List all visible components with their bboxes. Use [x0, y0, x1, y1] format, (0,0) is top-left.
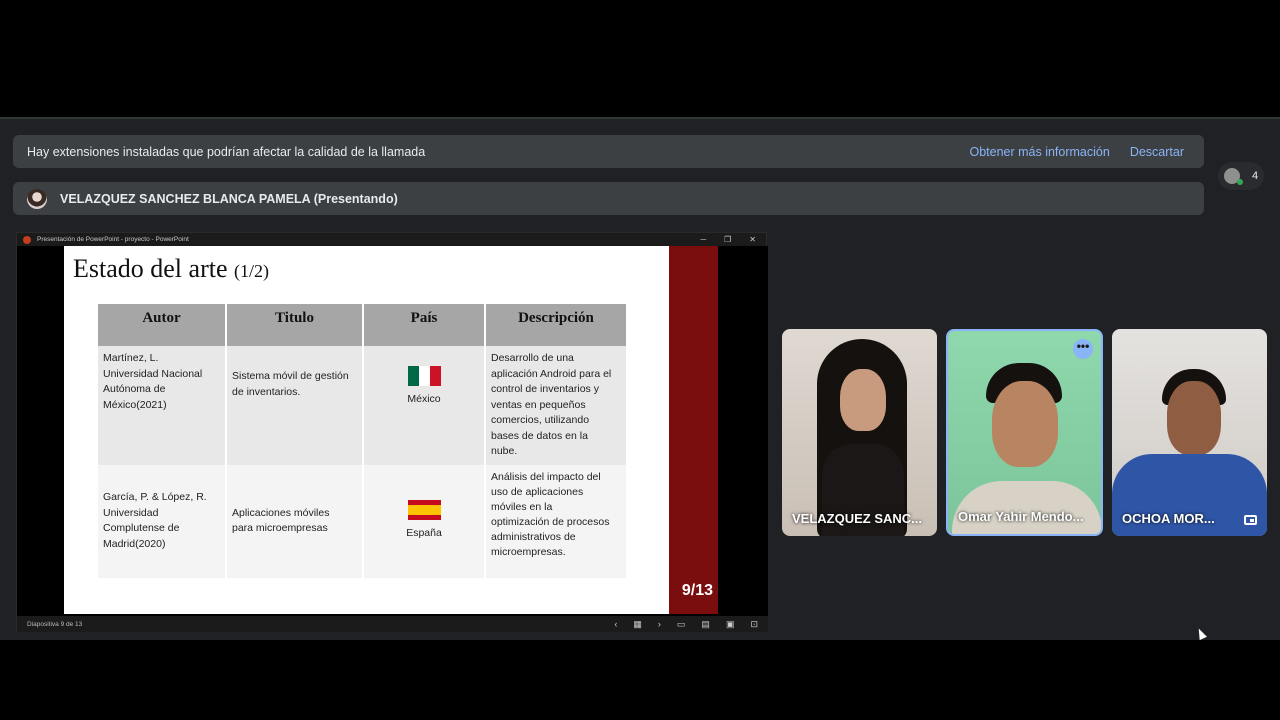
ppt-window-title: Presentación de PowerPoint - proyecto - … — [37, 236, 189, 243]
spain-flag-icon — [407, 500, 441, 521]
presenter-avatar — [27, 188, 47, 209]
shared-powerpoint-window[interactable]: Presentación de PowerPoint - proyecto - … — [16, 232, 768, 632]
participant-avatar-icon — [1224, 168, 1243, 185]
minimize-icon[interactable]: ─ — [700, 235, 706, 244]
dismiss-button[interactable]: Descartar — [1130, 145, 1184, 159]
table-row: Martínez, L. Universidad Nacional Autónoma… — [98, 346, 626, 465]
participant-face — [840, 369, 886, 431]
cell-autor: García, P. & López, R. Universidad Complut… — [98, 464, 227, 578]
slide-title-text: Estado del arte — [73, 254, 228, 283]
cell-titulo: Sistema móvil de gestión de inventarios. — [226, 346, 364, 465]
learn-more-link[interactable]: Obtener más información — [969, 145, 1109, 159]
participant-count: 4 — [1252, 170, 1259, 182]
mexico-flag-icon — [407, 366, 441, 386]
slide-counter: Diapositiva 9 de 13 — [27, 620, 83, 628]
slide-title: Estado del arte (1/2) — [73, 254, 269, 284]
slide-area: Estado del arte (1/2) Autor Titulo País … — [17, 246, 768, 616]
restore-icon[interactable]: ❐ — [724, 235, 731, 244]
participant-name: VELAZQUEZ SANC... — [792, 511, 923, 526]
powerpoint-logo-icon — [23, 235, 31, 244]
ppt-titlebar: Presentación de PowerPoint - proyecto - … — [17, 233, 766, 246]
reading-view-icon[interactable]: ▣ — [726, 619, 735, 630]
more-options-icon[interactable]: ••• — [1073, 339, 1093, 359]
meet-window: Hay extensiones instaladas que podrían a… — [0, 117, 1280, 640]
cell-pais: México — [363, 346, 486, 465]
participants-button[interactable]: 4 — [1218, 162, 1264, 190]
presenter-label: VELAZQUEZ SANCHEZ BLANCA PAMELA (Present… — [60, 191, 398, 206]
participant-face — [992, 381, 1058, 467]
sorter-view-icon[interactable]: ▤ — [701, 619, 710, 630]
state-of-art-table: Autor Titulo País Descripción Martínez, … — [98, 304, 626, 578]
table-row: García, P. & López, R. Universidad Complut… — [98, 464, 626, 578]
slideshow-icon[interactable]: ⊡ — [750, 619, 758, 630]
cell-descripcion: Análisis del impacto del uso de aplicacio… — [485, 464, 626, 578]
screen: Hay extensiones instaladas que podrían a… — [0, 0, 1280, 720]
header-autor: Autor — [98, 304, 227, 346]
slide-number: 9/13 — [681, 582, 713, 599]
cell-autor: Martínez, L. Universidad Nacional Autónoma… — [98, 346, 227, 465]
participant-name: Omar Yahir Mendo... — [958, 509, 1084, 524]
header-descripcion: Descripción — [485, 304, 626, 346]
presenter-banner: VELAZQUEZ SANCHEZ BLANCA PAMELA (Present… — [13, 182, 1204, 215]
header-pais: País — [363, 304, 486, 346]
cell-descripcion: Desarrollo de una aplicación Android para… — [485, 346, 626, 465]
participant-tile-ochoa[interactable]: OCHOA MOR... — [1112, 329, 1267, 536]
slide-title-sub: (1/2) — [234, 261, 269, 281]
normal-view-icon[interactable]: ▭ — [677, 619, 686, 630]
cell-pais: España — [363, 464, 486, 578]
cell-titulo: Aplicaciones móviles para microempresas — [226, 464, 364, 578]
participant-tile-velazquez[interactable]: VELAZQUEZ SANC... — [782, 329, 937, 536]
picture-in-picture-icon[interactable] — [1244, 515, 1257, 525]
prev-slide-icon[interactable]: ‹ — [614, 619, 617, 630]
header-titulo: Titulo — [226, 304, 364, 346]
warning-text: Hay extensiones instaladas que podrían a… — [27, 144, 426, 159]
participant-face — [1167, 381, 1221, 455]
extensions-warning-banner: Hay extensiones instaladas que podrían a… — [13, 135, 1204, 168]
slide: Estado del arte (1/2) Autor Titulo País … — [64, 246, 718, 614]
participant-tile-omar[interactable]: ••• Omar Yahir Mendo... — [946, 329, 1103, 536]
slide-red-bar: 9/13 — [669, 246, 718, 614]
close-icon[interactable]: ✕ — [749, 235, 756, 244]
next-slide-icon[interactable]: › — [658, 619, 661, 630]
participant-name: OCHOA MOR... — [1122, 511, 1215, 526]
ppt-statusbar: Diapositiva 9 de 13 ‹ ▦ › ▭ ▤ ▣ ⊡ — [17, 616, 768, 632]
table-header-row: Autor Titulo País Descripción — [98, 304, 626, 346]
slide-menu-icon[interactable]: ▦ — [633, 619, 642, 630]
